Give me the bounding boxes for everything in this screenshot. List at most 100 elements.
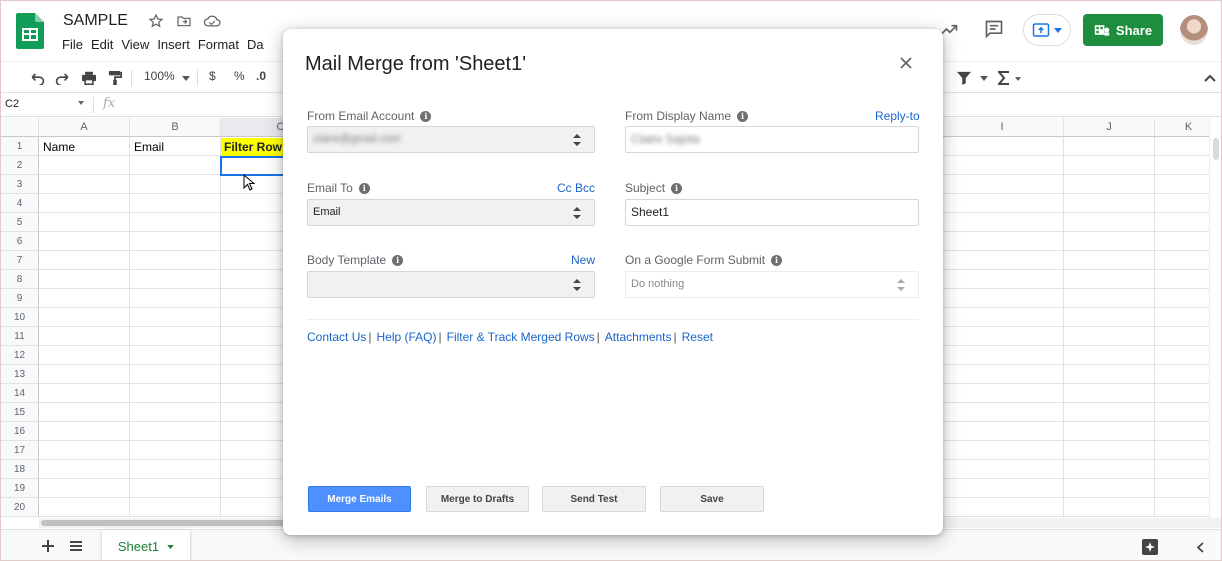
from-account-label: From Email Account i — [307, 109, 432, 123]
paint-format-icon[interactable] — [106, 69, 124, 87]
present-button[interactable] — [1023, 14, 1071, 46]
merge-to-drafts-button[interactable]: Merge to Drafts — [426, 486, 529, 512]
subject-label: Subject i — [625, 181, 683, 195]
new-template-link[interactable]: New — [571, 253, 595, 267]
reply-to-link[interactable]: Reply-to — [875, 109, 920, 123]
attachments-link[interactable]: Attachments — [605, 330, 672, 344]
row-header[interactable]: 6 — [1, 232, 39, 251]
cloud-status-icon[interactable] — [203, 12, 221, 30]
name-box[interactable]: C2 — [5, 98, 19, 110]
sheet-tab-caret-icon[interactable] — [167, 544, 174, 549]
share-button[interactable]: Share — [1083, 14, 1163, 46]
row-header[interactable]: 13 — [1, 365, 39, 384]
email-to-label: Email To i — [307, 181, 370, 195]
comment-history-icon[interactable] — [984, 19, 1004, 39]
row-header[interactable]: 16 — [1, 422, 39, 441]
zoom-select[interactable]: 100% — [144, 69, 175, 83]
menu-format[interactable]: Format — [198, 37, 244, 52]
sheet-tab-sheet1[interactable]: Sheet1 — [102, 530, 190, 560]
display-name-input[interactable]: Claire Sajota — [625, 126, 919, 153]
cell-c1[interactable]: Filter Row — [221, 138, 291, 156]
side-panel-toggle-icon[interactable] — [1197, 542, 1204, 553]
info-icon[interactable]: i — [671, 182, 683, 194]
row-header[interactable]: 17 — [1, 441, 39, 460]
row-header[interactable]: 20 — [1, 498, 39, 517]
percent-format-button[interactable]: % — [234, 69, 245, 83]
row-header[interactable]: 14 — [1, 384, 39, 403]
menu-insert[interactable]: Insert — [157, 37, 195, 52]
star-icon[interactable] — [147, 12, 165, 30]
column-header-i[interactable]: I — [941, 118, 1064, 137]
help-faq-link[interactable]: Help (FAQ) — [376, 330, 436, 344]
from-account-select[interactable]: claire@gmail.com — [307, 126, 595, 153]
zoom-caret-icon[interactable] — [182, 76, 190, 81]
menu-file[interactable]: File — [62, 37, 88, 52]
selected-cell-c2[interactable] — [220, 156, 292, 176]
column-header-a[interactable]: A — [39, 118, 130, 137]
info-icon[interactable]: i — [358, 182, 370, 194]
row-header[interactable]: 10 — [1, 308, 39, 327]
link-separator: | — [596, 330, 600, 344]
column-header-b[interactable]: B — [130, 118, 221, 137]
name-box-caret-icon[interactable] — [78, 101, 84, 105]
filter-caret-icon[interactable] — [980, 76, 988, 81]
reset-link[interactable]: Reset — [682, 330, 713, 344]
info-icon[interactable]: i — [420, 110, 432, 122]
menu-data[interactable]: Da — [247, 37, 269, 52]
functions-sigma-icon[interactable] — [995, 69, 1013, 87]
menu-view[interactable]: View — [121, 37, 154, 52]
select-all-corner[interactable] — [1, 118, 39, 137]
body-template-select[interactable] — [307, 271, 595, 298]
info-icon[interactable]: i — [392, 254, 404, 266]
filter-track-link[interactable]: Filter & Track Merged Rows — [447, 330, 595, 344]
row-header[interactable]: 2 — [1, 156, 39, 175]
vertical-scroll-thumb[interactable] — [1213, 138, 1219, 160]
filter-icon[interactable] — [955, 69, 973, 87]
form-submit-select[interactable]: Do nothing — [625, 271, 919, 298]
avatar[interactable] — [1180, 15, 1208, 45]
redo-icon[interactable] — [54, 69, 72, 87]
print-icon[interactable] — [80, 69, 98, 87]
row-header[interactable]: 8 — [1, 270, 39, 289]
column-header-j[interactable]: J — [1064, 118, 1155, 137]
currency-format-button[interactable]: $ — [209, 69, 216, 83]
row-header[interactable]: 7 — [1, 251, 39, 270]
collapse-toolbar-icon[interactable] — [1201, 69, 1219, 87]
row-header[interactable]: 9 — [1, 289, 39, 308]
row-header[interactable]: 5 — [1, 213, 39, 232]
horizontal-scroll-thumb[interactable] — [41, 520, 291, 526]
column-gridline — [129, 137, 130, 517]
undo-icon[interactable] — [28, 69, 46, 87]
info-icon[interactable]: i — [771, 254, 783, 266]
contact-us-link[interactable]: Contact Us — [307, 330, 366, 344]
move-folder-icon[interactable] — [175, 12, 193, 30]
cell-b1[interactable]: Email — [134, 138, 164, 157]
vertical-scrollbar[interactable] — [1209, 118, 1221, 518]
document-title[interactable]: SAMPLE — [63, 12, 128, 30]
dialog-title: Mail Merge from 'Sheet1' — [305, 53, 527, 75]
row-header[interactable]: 11 — [1, 327, 39, 346]
row-header[interactable]: 12 — [1, 346, 39, 365]
functions-caret-icon[interactable] — [1015, 77, 1021, 81]
email-to-select[interactable]: Email — [307, 199, 595, 226]
row-header[interactable]: 19 — [1, 479, 39, 498]
decimal-decrease-button[interactable]: .0 — [256, 69, 266, 83]
add-sheet-icon[interactable] — [42, 540, 54, 552]
explore-icon[interactable] — [1142, 539, 1158, 555]
cell-a1[interactable]: Name — [43, 138, 75, 157]
save-button[interactable]: Save — [660, 486, 764, 512]
menu-edit[interactable]: Edit — [91, 37, 118, 52]
row-header[interactable]: 4 — [1, 194, 39, 213]
merge-emails-button[interactable]: Merge Emails — [308, 486, 411, 512]
subject-input[interactable]: Sheet1 — [625, 199, 919, 226]
close-button[interactable] — [896, 53, 916, 73]
all-sheets-menu-icon[interactable] — [70, 541, 82, 551]
row-header[interactable]: 3 — [1, 175, 39, 194]
send-test-button[interactable]: Send Test — [542, 486, 646, 512]
row-header[interactable]: 15 — [1, 403, 39, 422]
cc-bcc-link[interactable]: Cc Bcc — [557, 181, 595, 195]
row-header[interactable]: 1 — [1, 137, 39, 156]
row-header[interactable]: 18 — [1, 460, 39, 479]
info-icon[interactable]: i — [737, 110, 749, 122]
sheets-logo-icon[interactable] — [16, 13, 44, 49]
